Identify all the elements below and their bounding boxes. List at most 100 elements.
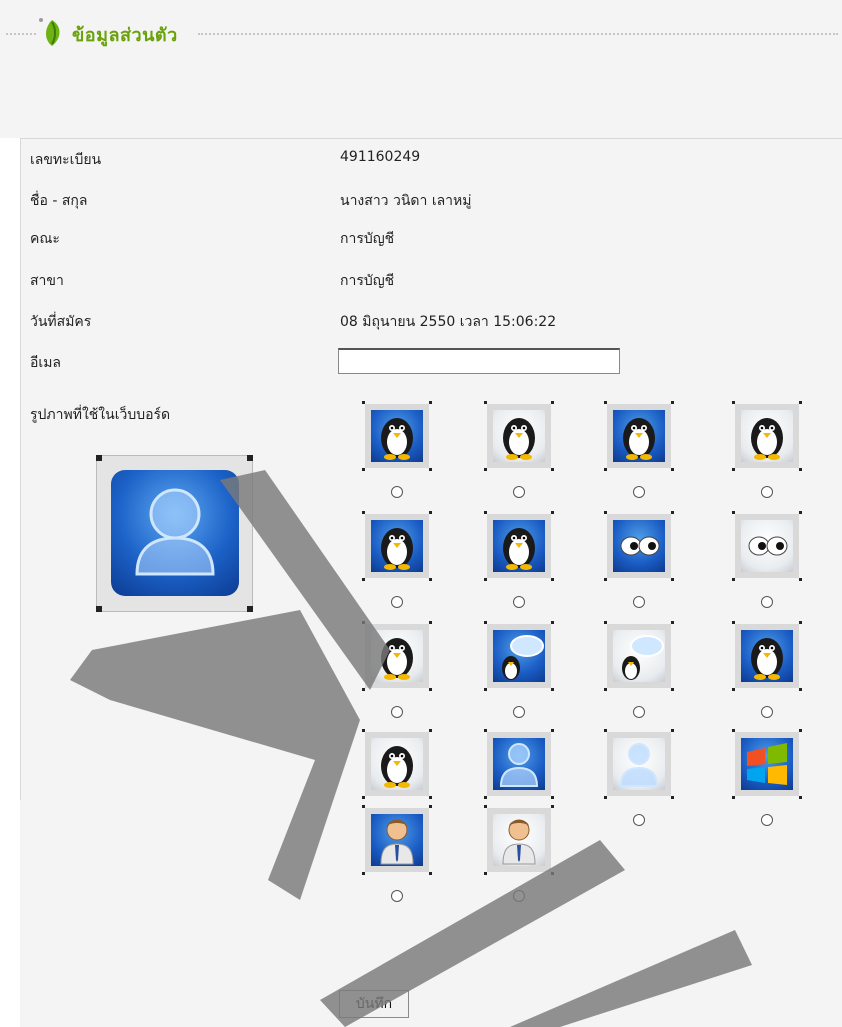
student-id-value: 491160249 (340, 149, 421, 165)
avatar-radio[interactable] (513, 486, 525, 498)
avatar-corner-marker (671, 796, 674, 799)
avatar-corner-marker (429, 401, 432, 404)
avatar-option[interactable] (362, 729, 432, 799)
avatar-option[interactable] (484, 401, 554, 471)
penguin-sitting-icon (503, 418, 535, 460)
penguin-peek-icon (381, 638, 413, 680)
avatar-corner-marker (429, 805, 432, 808)
avatar-corner-marker (799, 621, 802, 624)
avatar-corner-marker (799, 511, 802, 514)
register-date-label: วันที่สมัคร (30, 314, 92, 330)
avatar-corner-marker (551, 872, 554, 875)
avatar-corner-marker (604, 729, 607, 732)
avatar-option[interactable] (732, 621, 802, 691)
penguin-standing-icon (381, 528, 413, 570)
avatar-radio[interactable] (513, 890, 525, 902)
avatar-radio[interactable] (633, 596, 645, 608)
avatar-corner-marker (732, 796, 735, 799)
avatar-corner-marker (799, 468, 802, 471)
avatar-corner-marker (732, 729, 735, 732)
avatar-option[interactable] (732, 401, 802, 471)
avatar-corner-marker (671, 688, 674, 691)
avatar-corner-marker (671, 401, 674, 404)
avatar-corner-marker (604, 468, 607, 471)
user-silhouette-icon (135, 488, 215, 576)
tux-icon (751, 638, 783, 680)
major-label: สาขา (30, 273, 64, 289)
avatar-radio[interactable] (761, 486, 773, 498)
avatar-radio[interactable] (633, 486, 645, 498)
avatar-radio[interactable] (513, 596, 525, 608)
avatar-corner-marker (604, 688, 607, 691)
avatar-option[interactable] (362, 805, 432, 875)
avatar-radio[interactable] (391, 706, 403, 718)
avatar-corner-marker (429, 872, 432, 875)
avatar-radio[interactable] (391, 486, 403, 498)
email-label: อีเมล (30, 355, 62, 371)
avatar-corner-marker (799, 578, 802, 581)
avatar-option[interactable] (484, 729, 554, 799)
avatar-option[interactable] (362, 401, 432, 471)
save-button[interactable]: บันทึก (339, 990, 409, 1018)
avatar-option[interactable] (604, 401, 674, 471)
avatar-corner-marker (362, 578, 365, 581)
avatar-corner-marker (799, 729, 802, 732)
eyes-icon (748, 536, 788, 556)
avatar-radio[interactable] (761, 814, 773, 826)
penguin-speech-bubble-icon (502, 635, 544, 680)
avatar-corner-marker (362, 468, 365, 471)
avatar-radio[interactable] (761, 706, 773, 718)
avatar-corner-marker (671, 621, 674, 624)
preview-corner-marker (247, 455, 253, 461)
avatar-corner-marker (604, 401, 607, 404)
avatar-option[interactable] (484, 805, 554, 875)
avatar-option[interactable] (604, 511, 674, 581)
penguin-icon (751, 418, 783, 460)
avatar-option[interactable] (362, 621, 432, 691)
avatar-radio[interactable] (633, 706, 645, 718)
full-name-value: นางสาว วนิดา เลาหมู่ (340, 193, 472, 209)
email-input[interactable] (338, 348, 620, 374)
avatar-corner-marker (429, 511, 432, 514)
avatar-radio[interactable] (391, 596, 403, 608)
avatar-corner-marker (429, 796, 432, 799)
avatar-corner-marker (732, 401, 735, 404)
avatar-corner-marker (429, 688, 432, 691)
user-silhouette-icon (499, 743, 539, 787)
avatar-corner-marker (551, 578, 554, 581)
register-date-value: 08 มิถุนายน 2550 เวลา 15:06:22 (340, 314, 557, 330)
avatar-option[interactable] (604, 621, 674, 691)
avatar-corner-marker (484, 729, 487, 732)
avatar-corner-marker (484, 688, 487, 691)
avatar-radio[interactable] (513, 706, 525, 718)
current-avatar-preview (96, 455, 253, 612)
avatar-option[interactable] (732, 729, 802, 799)
avatar-radio[interactable] (633, 814, 645, 826)
avatar-corner-marker (799, 401, 802, 404)
avatar-corner-marker (429, 468, 432, 471)
avatar-option[interactable] (732, 511, 802, 581)
avatar-corner-marker (671, 468, 674, 471)
avatar-option[interactable] (484, 511, 554, 581)
businessman-icon (502, 819, 536, 865)
avatar-label: รูปภาพที่ใช้ในเว็บบอร์ด (30, 407, 171, 423)
avatar-corner-marker (484, 796, 487, 799)
avatar-corner-marker (362, 511, 365, 514)
avatar-corner-marker (484, 872, 487, 875)
faculty-value: การบัญชี (340, 231, 395, 247)
penguin-icon (623, 418, 655, 460)
avatar-corner-marker (362, 729, 365, 732)
avatar-corner-marker (484, 621, 487, 624)
avatar-corner-marker (671, 511, 674, 514)
major-value: การบัญชี (340, 273, 395, 289)
avatar-corner-marker (732, 688, 735, 691)
avatar-corner-marker (362, 688, 365, 691)
preview-corner-marker (96, 606, 102, 612)
avatar-option[interactable] (362, 511, 432, 581)
avatar-radio[interactable] (391, 890, 403, 902)
avatar-option[interactable] (604, 729, 674, 799)
avatar-corner-marker (551, 621, 554, 624)
avatar-radio[interactable] (761, 596, 773, 608)
avatar-option[interactable] (484, 621, 554, 691)
avatar-corner-marker (604, 578, 607, 581)
